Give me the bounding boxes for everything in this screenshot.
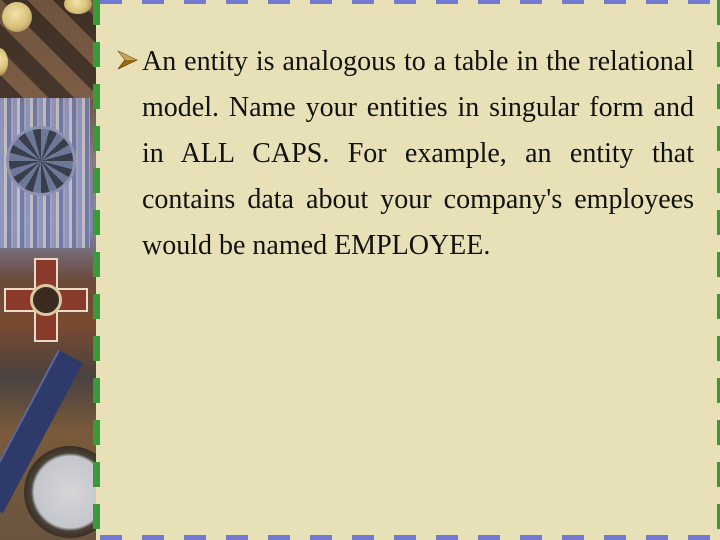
arrowhead-bullet-icon	[117, 50, 138, 70]
slide: An entity is analogous to a table in the…	[0, 0, 720, 540]
compass-icon	[24, 446, 96, 538]
bullet-text: An entity is analogous to a table in the…	[142, 46, 694, 261]
dashed-border-bottom	[100, 535, 720, 540]
cross-center	[30, 284, 62, 316]
maltese-cross-medal-icon	[4, 258, 88, 342]
ribbon-rosette-icon	[6, 126, 76, 196]
dashed-border-top	[100, 0, 720, 4]
dashed-border-left	[93, 0, 100, 540]
brass-button-icon	[2, 2, 32, 32]
bullet-item: An entity is analogous to a table in the…	[116, 39, 694, 269]
slide-content: An entity is analogous to a table in the…	[116, 39, 694, 269]
decorative-medals-image	[0, 0, 96, 540]
